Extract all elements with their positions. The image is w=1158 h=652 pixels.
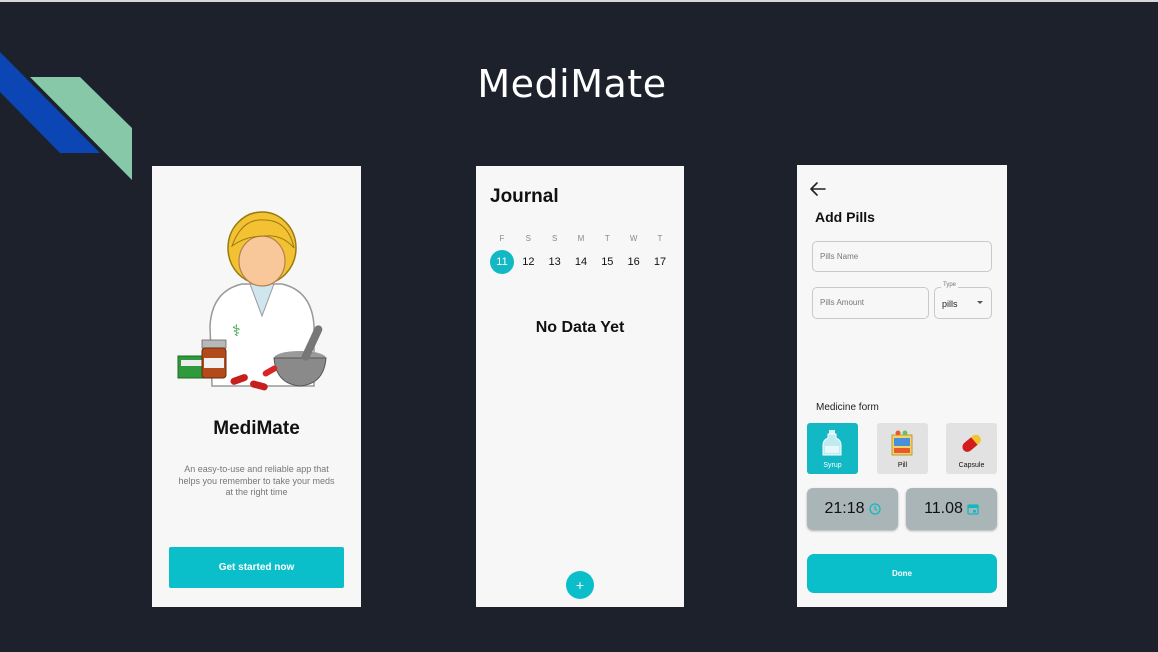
medicine-form-label: Medicine form [816,402,879,413]
date-item[interactable]: 17 [648,250,672,274]
type-select[interactable]: Type pills [934,282,992,319]
app-description: An easy-to-use and reliable app that hel… [178,464,335,497]
weekday-label: T [657,234,663,243]
top-border [0,0,1158,2]
slide-title: MediMate [477,62,667,106]
form-label: Capsule [958,462,985,469]
form-option-syrup[interactable]: Syrup [807,423,858,474]
type-label: Type [941,282,959,288]
journal-screen: Journal F S S M T W T 11 12 13 14 15 16 … [476,166,684,607]
date-picker[interactable]: 11.08 [906,488,997,530]
date-row: 11 12 13 14 15 16 17 [490,250,672,274]
weekday-row: F S S M T W T [490,234,672,243]
weekday-label: S [525,234,531,243]
weekday-label: T [604,234,610,243]
form-option-capsule[interactable]: Capsule [946,423,997,474]
date-value: 11.08 [924,500,963,517]
date-item-selected[interactable]: 11 [490,250,514,274]
date-item[interactable]: 16 [622,250,646,274]
pills-amount-field[interactable]: Pills Amount [812,287,929,319]
journal-title: Journal [490,186,559,207]
back-arrow-icon[interactable] [809,181,827,197]
type-value: pills [942,299,958,309]
clock-icon [868,503,881,515]
app-name: MediMate [213,418,300,439]
add-entry-button[interactable]: + [566,571,594,599]
empty-state-text: No Data Yet [535,319,625,336]
get-started-button[interactable]: Get started now [169,547,344,588]
form-option-pill[interactable]: Pill [877,423,928,474]
form-label: Pill [897,462,908,469]
weekday-label: W [629,234,638,243]
date-item[interactable]: 14 [569,250,593,274]
time-value: 21:18 [824,500,865,517]
svg-text:⚕: ⚕ [232,321,241,340]
capsule-icon [962,434,981,452]
add-pills-screen: Add Pills Pills Name Pills Amount Type p… [797,165,1007,607]
dropdown-caret-icon [977,301,983,304]
pills-amount-placeholder: Pills Amount [820,298,865,307]
date-item[interactable]: 12 [516,250,540,274]
pills-name-placeholder: Pills Name [820,252,859,261]
date-item[interactable]: 13 [543,250,567,274]
done-button[interactable]: Done [807,554,997,593]
weekday-label: S [551,234,558,243]
date-item[interactable]: 15 [595,250,619,274]
syrup-bottle-icon [822,430,842,456]
welcome-screen: ⚕ MediMate An easy-to-use and reliable a… [152,166,361,607]
time-picker[interactable]: 21:18 [807,488,898,530]
calendar-icon [967,504,979,515]
form-label: Syrup [823,462,842,469]
weekday-label: F [499,234,505,243]
pharmacist-illustration: ⚕ [177,211,327,391]
pill-box-icon [891,430,913,456]
add-pills-title: Add Pills [815,209,875,225]
weekday-label: M [577,234,585,243]
pills-name-field[interactable]: Pills Name [812,241,992,272]
